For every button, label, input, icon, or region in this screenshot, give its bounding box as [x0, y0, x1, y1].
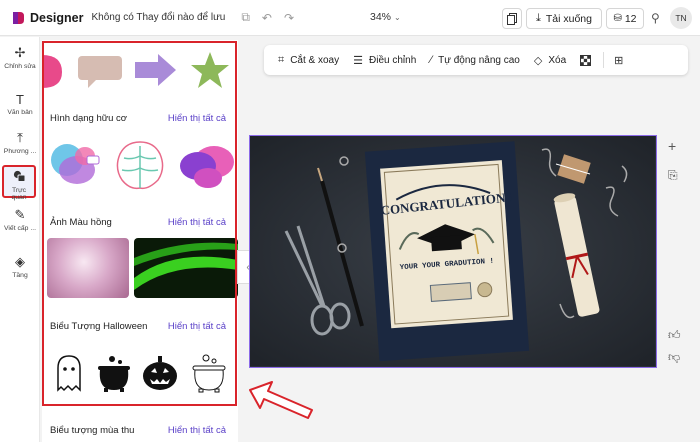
photo-thumbnail[interactable] — [47, 238, 129, 298]
visual-icon — [4, 170, 34, 185]
sliders-icon: ☰ — [353, 54, 363, 67]
chevron-down-icon: ⌄ — [394, 13, 401, 22]
section-title: Ảnh Màu hồng — [50, 217, 112, 228]
credits-count: 12 — [624, 12, 637, 25]
shape-thumbnail[interactable] — [74, 50, 126, 90]
crop-label: Cắt & xoay — [290, 54, 340, 66]
divider — [603, 52, 605, 68]
organic-shape-thumbnail[interactable] — [110, 138, 170, 193]
ghost-icon[interactable] — [50, 352, 88, 394]
pumpkin-icon[interactable] — [140, 352, 180, 394]
transparency-button[interactable] — [580, 54, 592, 66]
cauldron-outline-icon[interactable] — [188, 352, 230, 394]
designer-logo[interactable] — [11, 11, 25, 25]
pages-icon — [507, 12, 517, 25]
auto-enhance-button[interactable]: ⁄ Tự động nâng cao — [430, 54, 520, 66]
section-title: Biểu tượng mùa thu — [50, 425, 135, 436]
download-button[interactable]: ⤓ Tải xuống — [526, 8, 602, 29]
thumbs-up-icon[interactable]: 👍︎ — [668, 328, 681, 343]
pointer-arrow-icon — [249, 381, 313, 419]
eraser-icon: ◇ — [533, 54, 543, 67]
download-icon: ⤓ — [536, 12, 541, 24]
rail-item-label: Chỉnh sửa — [4, 63, 36, 70]
sparkle-edit-icon: ✢ — [14, 45, 26, 60]
avatar[interactable]: TN — [670, 7, 692, 29]
checker-icon — [580, 54, 592, 66]
zoom-control[interactable]: 34% ⌄ — [370, 11, 401, 23]
cauldron-icon[interactable] — [94, 352, 134, 394]
download-label: Tải xuống — [545, 12, 592, 25]
save-status: Không có Thay đổi nào để lưu — [91, 12, 226, 23]
rail-item-media[interactable]: ⤒ Phương ... — [0, 130, 40, 155]
share-icon[interactable]: ⚲ — [651, 11, 660, 25]
app-title: Designer — [30, 10, 84, 25]
rail-item-label: Tầng — [12, 272, 28, 279]
see-all-link[interactable]: Hiển thị tất cả — [168, 321, 226, 332]
rail-item-label: Trực quan — [11, 187, 27, 201]
layers-icon: ◈ — [15, 254, 25, 269]
credits-button[interactable]: ⛁ 12 — [606, 8, 644, 29]
visual-search-icon: ⊞ — [614, 54, 624, 67]
shape-thumbnail[interactable] — [188, 50, 232, 90]
section-title: Hình dạng hữu cơ — [50, 113, 128, 124]
media-icon: ⤒ — [17, 130, 23, 145]
visuals-panel: Hình dạng hữu cơ Hiển thị tất cả Ảnh Màu… — [42, 40, 238, 442]
share-link-icon[interactable]: ⧉ — [241, 10, 250, 25]
see-all-link[interactable]: Hiển thị tất cả — [168, 425, 226, 436]
top-bar: Designer Không có Thay đổi nào để lưu ⧉ … — [0, 0, 700, 36]
thumbs-down-icon[interactable]: 👎︎ — [668, 350, 680, 365]
rail-item-text[interactable]: T Văn bản — [0, 92, 40, 116]
auto-label: Tự động nâng cao — [438, 54, 520, 66]
adjust-button[interactable]: ☰ Điều chỉnh — [353, 54, 416, 67]
crop-rotate-button[interactable]: ⌗ Cắt & xoay — [278, 54, 339, 67]
undo-icon[interactable]: ↶ — [262, 11, 272, 25]
erase-button[interactable]: ◇ Xóa — [534, 54, 566, 67]
pages-button[interactable] — [502, 8, 522, 29]
see-all-link[interactable]: Hiển thị tất cả — [168, 113, 226, 124]
shape-thumbnail[interactable] — [132, 50, 178, 90]
rail-item-label: Viết cấp ... — [4, 225, 36, 232]
adjust-label: Điều chỉnh — [369, 54, 417, 66]
text-icon: T — [16, 92, 24, 107]
duplicate-page-icon[interactable]: ⎘ — [668, 168, 678, 183]
magic-wand-icon: ⁄ — [430, 54, 433, 66]
photo-thumbnail[interactable] — [134, 238, 238, 298]
shape-thumbnail[interactable] — [42, 50, 64, 90]
rail-item-visual[interactable]: Trực quan — [2, 165, 36, 201]
rail-item-label: Văn bản — [7, 109, 33, 116]
design-canvas[interactable]: CONGRATULATIONS YOUR YOUR GRADUTION ! — [249, 135, 657, 368]
more-tools-button[interactable]: ⊞ — [614, 54, 629, 67]
section-title: Biểu Tượng Halloween — [50, 321, 148, 332]
rail-item-layers[interactable]: ◈ Tầng — [0, 254, 40, 279]
crop-icon: ⌗ — [278, 53, 285, 66]
organic-shape-thumbnail[interactable] — [174, 138, 236, 193]
erase-label: Xóa — [548, 54, 567, 66]
zoom-level: 34% — [370, 11, 392, 23]
see-all-link[interactable]: Hiển thị tất cả — [168, 217, 226, 228]
coins-icon: ⛁ — [613, 13, 622, 24]
organic-shape-thumbnail[interactable] — [47, 138, 105, 193]
redo-icon[interactable]: ↷ — [284, 11, 294, 25]
rail-item-write[interactable]: ✎ Viết cấp ... — [0, 207, 40, 232]
pen-icon: ✎ — [14, 207, 26, 222]
rail-item-label: Phương ... — [3, 148, 37, 155]
left-rail: ✢ Chỉnh sửa T Văn bản ⤒ Phương ... Trực … — [0, 37, 40, 442]
rail-item-edit[interactable]: ✢ Chỉnh sửa — [0, 45, 40, 70]
image-toolbar: ⌗ Cắt & xoay ☰ Điều chỉnh ⁄ Tự động nâng… — [264, 45, 688, 75]
add-page-icon[interactable]: + — [668, 138, 676, 154]
